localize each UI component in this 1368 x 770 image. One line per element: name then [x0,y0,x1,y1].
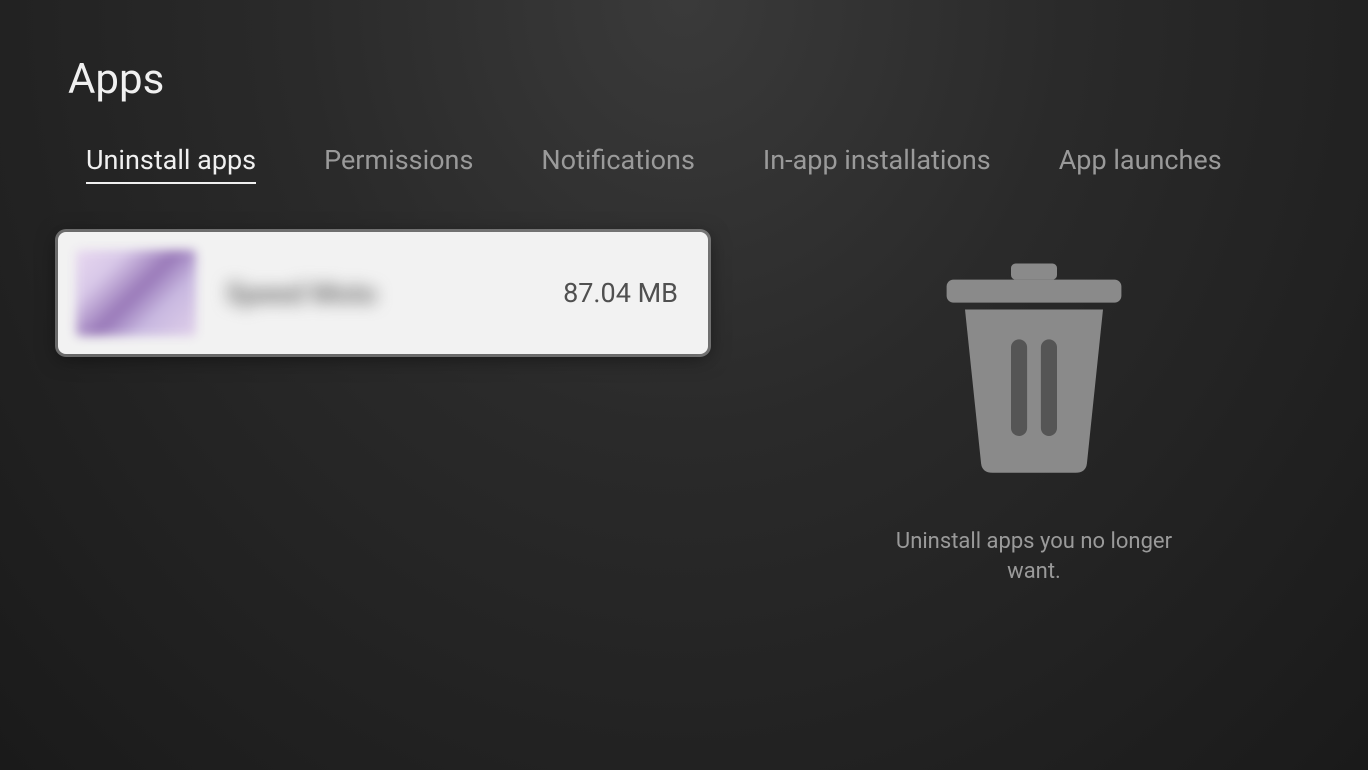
info-panel: Uninstall apps you no longer want. [768,232,1300,586]
app-name-label: Speed Moto [226,277,563,310]
tab-notifications[interactable]: Notifications [541,144,694,184]
tab-in-app-installations[interactable]: In-app installations [763,144,991,184]
tabs-row: Uninstall apps Permissions Notifications… [68,144,1300,184]
tab-permissions[interactable]: Permissions [324,144,473,184]
app-list-item[interactable]: Speed Moto 87.04 MB [58,232,708,354]
tab-uninstall-apps[interactable]: Uninstall apps [86,144,256,184]
page-title: Apps [68,55,1300,104]
info-help-text: Uninstall apps you no longer want. [884,527,1184,586]
app-list-panel: Speed Moto 87.04 MB [68,232,708,586]
app-size-label: 87.04 MB [563,277,678,309]
tab-app-launches[interactable]: App launches [1059,144,1222,184]
trash-icon [919,252,1149,482]
app-icon [76,250,196,336]
